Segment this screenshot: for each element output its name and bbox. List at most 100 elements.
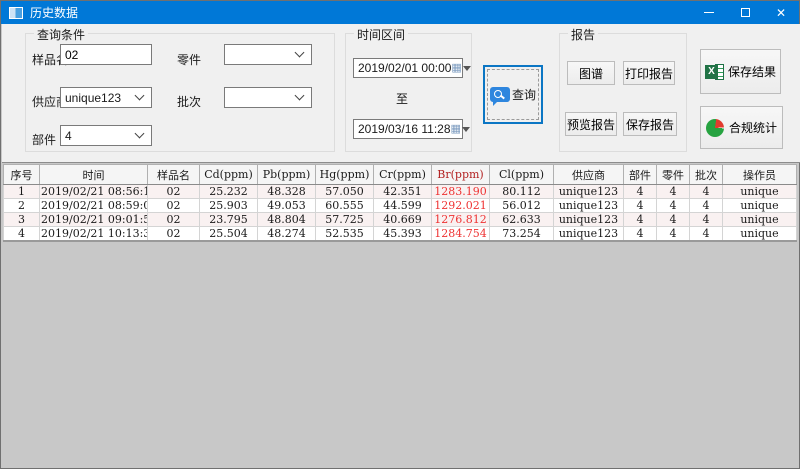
table-cell[interactable]: 48.328 (258, 185, 316, 199)
table-row: 12019/02/21 08:56:130225.23248.32857.050… (4, 185, 797, 199)
component-combobox[interactable]: 4 (60, 125, 152, 146)
table-cell[interactable]: 2 (4, 199, 40, 213)
table-cell[interactable]: unique (723, 185, 797, 199)
table-cell[interactable]: 4 (4, 227, 40, 242)
table-cell[interactable]: unique (723, 199, 797, 213)
table-cell[interactable]: 4 (624, 227, 657, 242)
table-cell[interactable]: 40.669 (374, 213, 432, 227)
table-cell[interactable]: unique (723, 213, 797, 227)
table-cell[interactable]: 1292.021 (432, 199, 490, 213)
batch-combobox[interactable] (224, 87, 312, 108)
table-cell[interactable]: 3 (4, 213, 40, 227)
table-cell[interactable]: 02 (148, 185, 200, 199)
table-cell[interactable]: 4 (657, 185, 690, 199)
table-cell[interactable]: 4 (657, 227, 690, 242)
table-cell[interactable]: 49.053 (258, 199, 316, 213)
calendar-icon: ▦ (451, 63, 461, 74)
table-cell[interactable]: 57.725 (316, 213, 374, 227)
table-cell[interactable]: 73.254 (490, 227, 554, 242)
column-header[interactable]: Hg(ppm) (316, 165, 374, 185)
part-label: 零件 (177, 51, 201, 68)
column-header[interactable]: 样品名 (148, 165, 200, 185)
search-button[interactable]: 查询 (483, 65, 543, 124)
start-datetime-picker[interactable]: 2019/02/01 00:00 ▦ (353, 58, 463, 78)
save-report-button[interactable]: 保存报告 (623, 112, 677, 136)
table-cell[interactable]: 1284.754 (432, 227, 490, 242)
column-header[interactable]: 部件 (624, 165, 657, 185)
table-cell[interactable]: 4 (690, 227, 723, 242)
sample-name-input[interactable] (60, 44, 152, 65)
close-button[interactable]: ✕ (763, 1, 799, 24)
title-bar: 历史数据 ✕ (1, 1, 799, 24)
table-cell[interactable]: 4 (690, 213, 723, 227)
column-header[interactable]: Cl(ppm) (490, 165, 554, 185)
dropdown-arrow-icon (462, 127, 470, 132)
table-cell[interactable]: 02 (148, 199, 200, 213)
chevron-down-icon (135, 91, 145, 101)
table-cell[interactable]: 25.903 (200, 199, 258, 213)
column-header[interactable]: 批次 (690, 165, 723, 185)
table-cell[interactable]: 25.232 (200, 185, 258, 199)
table-cell[interactable]: 2019/02/21 08:59:01 (40, 199, 148, 213)
column-header[interactable]: 供应商 (554, 165, 624, 185)
table-cell[interactable]: unique123 (554, 185, 624, 199)
maximize-button[interactable] (727, 1, 763, 24)
table-cell[interactable]: 4 (624, 213, 657, 227)
column-header[interactable]: 序号 (4, 165, 40, 185)
table-cell[interactable]: 1276.812 (432, 213, 490, 227)
column-header[interactable]: 零件 (657, 165, 690, 185)
maximize-icon (741, 8, 750, 17)
print-report-button[interactable]: 打印报告 (623, 61, 675, 85)
end-datetime-picker[interactable]: 2019/03/16 11:28 ▦ (353, 119, 463, 139)
column-header[interactable]: Cd(ppm) (200, 165, 258, 185)
table-cell[interactable]: 52.535 (316, 227, 374, 242)
column-header[interactable]: Br(ppm) (432, 165, 490, 185)
table-cell[interactable]: 25.504 (200, 227, 258, 242)
table-cell[interactable]: 2019/02/21 09:01:51 (40, 213, 148, 227)
table-cell[interactable]: 48.804 (258, 213, 316, 227)
table-cell[interactable]: 48.274 (258, 227, 316, 242)
table-cell[interactable]: 45.393 (374, 227, 432, 242)
table-cell[interactable]: unique (723, 227, 797, 242)
column-header[interactable]: 时间 (40, 165, 148, 185)
table-cell[interactable]: 60.555 (316, 199, 374, 213)
table-cell[interactable]: 62.633 (490, 213, 554, 227)
table-cell[interactable]: 1283.190 (432, 185, 490, 199)
table-row: 42019/02/21 10:13:320225.50448.27452.535… (4, 227, 797, 242)
table-cell[interactable]: 2019/02/21 08:56:13 (40, 185, 148, 199)
dropdown-arrow-icon (463, 66, 471, 71)
table-cell[interactable]: 57.050 (316, 185, 374, 199)
component-value: 4 (61, 129, 136, 143)
table-cell[interactable]: 80.112 (490, 185, 554, 199)
preview-report-button[interactable]: 预览报告 (565, 112, 617, 136)
table-cell[interactable]: 02 (148, 213, 200, 227)
table-cell[interactable]: 4 (690, 185, 723, 199)
table-cell[interactable]: 4 (690, 199, 723, 213)
data-grid: 序号时间样品名Cd(ppm)Pb(ppm)Hg(ppm)Cr(ppm)Br(pp… (3, 164, 798, 242)
table-cell[interactable]: 56.012 (490, 199, 554, 213)
minimize-button[interactable] (691, 1, 727, 24)
chevron-down-icon (295, 91, 305, 101)
save-results-label: 保存结果 (728, 63, 776, 80)
column-header[interactable]: Pb(ppm) (258, 165, 316, 185)
table-cell[interactable]: 4 (657, 213, 690, 227)
supplier-combobox[interactable]: unique123 (60, 87, 152, 108)
column-header[interactable]: Cr(ppm) (374, 165, 432, 185)
spectrum-button[interactable]: 图谱 (567, 61, 615, 85)
part-combobox[interactable] (224, 44, 312, 65)
table-cell[interactable]: unique123 (554, 227, 624, 242)
table-cell[interactable]: 4 (657, 199, 690, 213)
table-cell[interactable]: 02 (148, 227, 200, 242)
table-cell[interactable]: unique123 (554, 199, 624, 213)
save-results-button[interactable]: X 保存结果 (700, 49, 781, 94)
table-cell[interactable]: 1 (4, 185, 40, 199)
table-cell[interactable]: 44.599 (374, 199, 432, 213)
compliance-stats-button[interactable]: 合规统计 (700, 106, 783, 149)
table-cell[interactable]: 4 (624, 185, 657, 199)
table-cell[interactable]: 2019/02/21 10:13:32 (40, 227, 148, 242)
table-cell[interactable]: 4 (624, 199, 657, 213)
table-cell[interactable]: 42.351 (374, 185, 432, 199)
column-header[interactable]: 操作员 (723, 165, 797, 185)
table-cell[interactable]: unique123 (554, 213, 624, 227)
table-cell[interactable]: 23.795 (200, 213, 258, 227)
